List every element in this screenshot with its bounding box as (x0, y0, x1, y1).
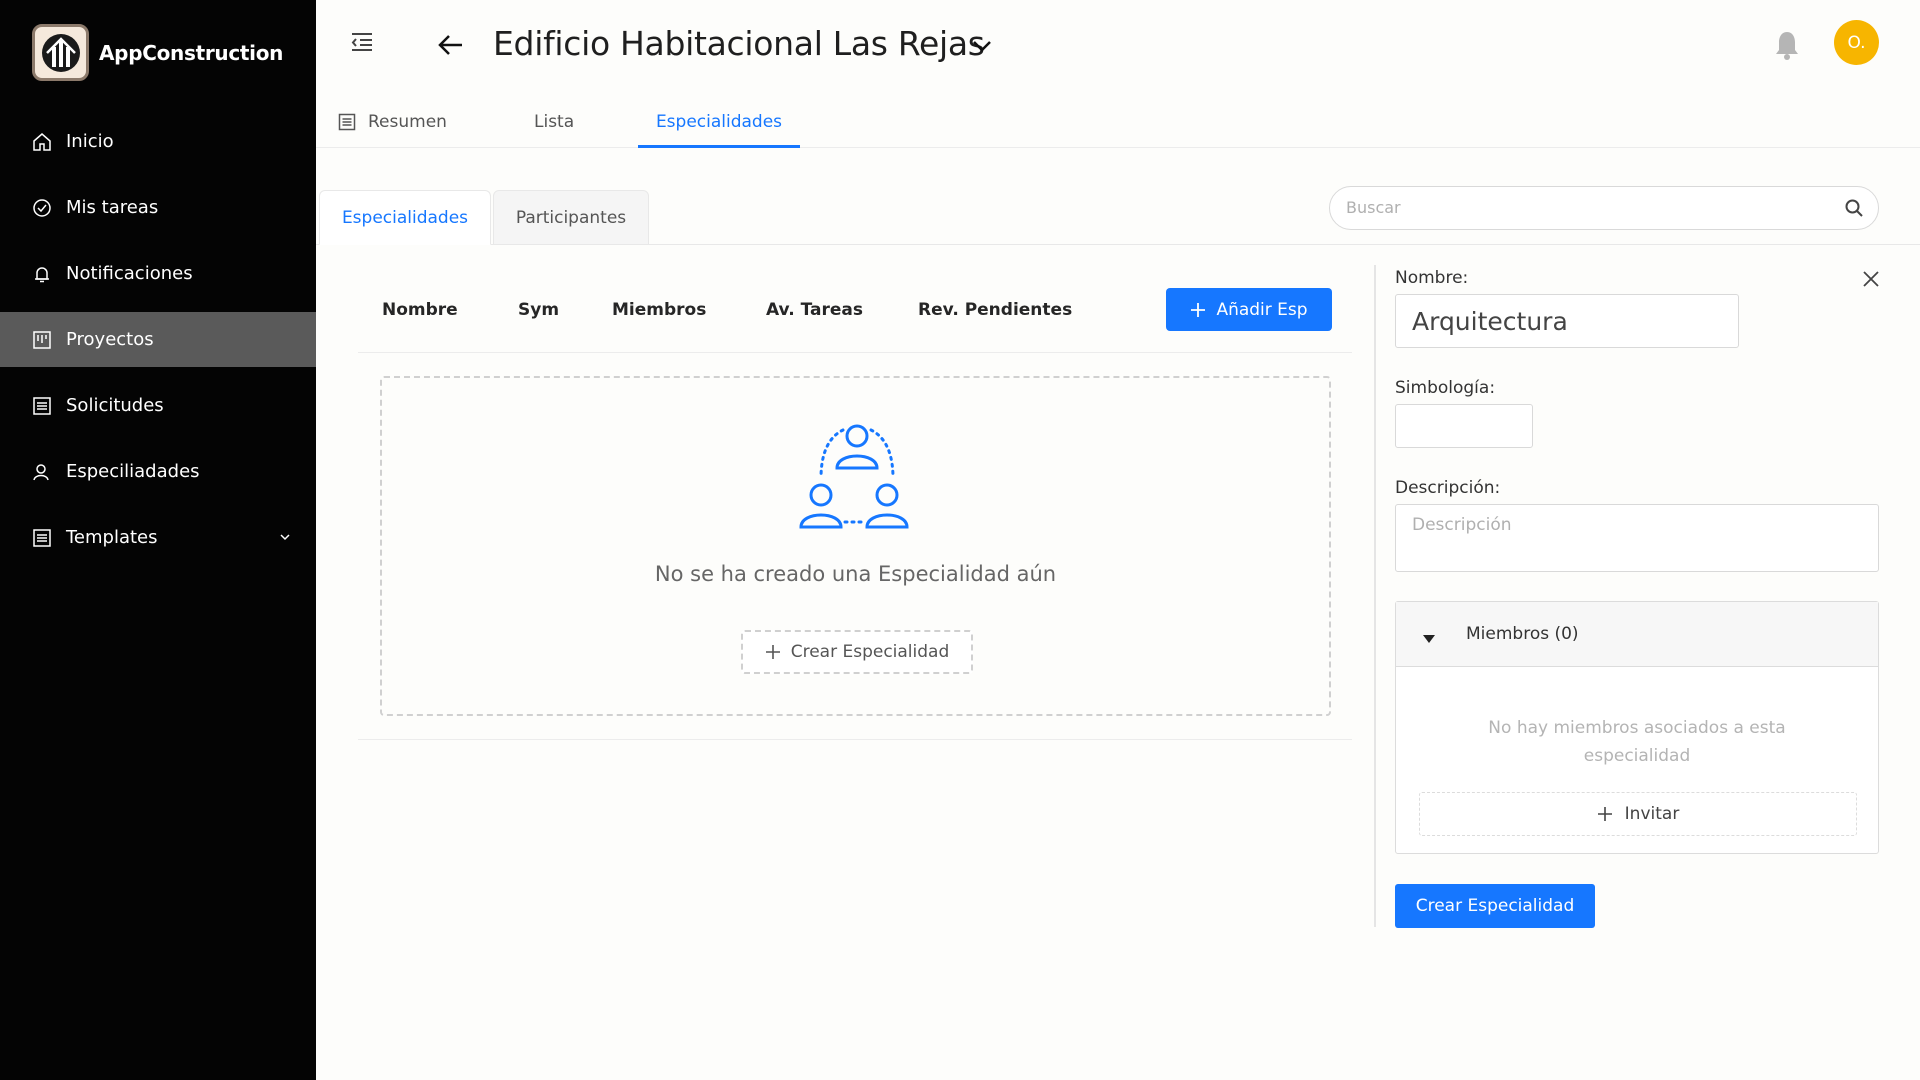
tab-label: Lista (534, 112, 575, 132)
tab-especialidades[interactable]: Especialidades (638, 96, 800, 148)
column-header-miembros[interactable]: Miembros (612, 300, 706, 320)
symbol-field[interactable] (1395, 404, 1533, 448)
empty-message: No se ha creado una Especialidad aún (654, 562, 1057, 586)
avatar[interactable]: O. (1834, 20, 1879, 65)
app-name: AppConstruction (99, 40, 284, 65)
sidebar-item-label: Templates (66, 527, 158, 548)
invite-button[interactable]: Invitar (1419, 792, 1857, 836)
list-icon (32, 528, 52, 548)
project-title: Edificio Habitacional Las Rejas (493, 24, 985, 63)
notification-bell-icon[interactable] (1773, 30, 1801, 60)
description-label: Descripción: (1395, 478, 1501, 498)
add-specialty-label: Añadir Esp (1216, 299, 1308, 320)
project-icon (32, 330, 52, 350)
plus-icon (765, 644, 781, 660)
column-header-av-tareas[interactable]: Av. Tareas (766, 300, 863, 320)
search-icon[interactable] (1844, 198, 1864, 218)
building-logo-icon (32, 24, 89, 81)
empty-state: No se ha creado una Especialidad aún Cre… (380, 376, 1331, 716)
bell-icon (32, 264, 52, 284)
close-icon[interactable] (1860, 268, 1882, 290)
subtab-especialidades[interactable]: Especialidades (319, 190, 491, 245)
column-header-sym[interactable]: Sym (518, 300, 559, 320)
list-icon (338, 113, 356, 131)
sidebar-item-solicitudes[interactable]: Solicitudes (0, 378, 316, 433)
add-specialty-button[interactable]: Añadir Esp (1166, 288, 1332, 331)
tab-resumen[interactable]: Resumen (338, 96, 478, 148)
search-box (1329, 186, 1879, 230)
create-specialty-label: Crear Especialidad (790, 642, 950, 662)
members-header-label: Miembros (0) (1466, 624, 1579, 644)
column-header-nombre[interactable]: Nombre (382, 300, 458, 320)
create-specialty-button[interactable]: Crear Especialidad (1395, 884, 1595, 928)
sidebar-item-inicio[interactable]: Inicio (0, 114, 316, 169)
menu-collapse-icon[interactable] (348, 28, 376, 56)
sidebar-item-label: Solicitudes (66, 395, 164, 416)
header: Edificio Habitacional Las Rejas O. Resum… (316, 0, 1920, 148)
team-icon (797, 418, 917, 533)
sidebar-item-label: Inicio (66, 131, 114, 152)
back-arrow-icon[interactable] (436, 30, 466, 60)
plus-icon (1190, 302, 1206, 318)
sidebar-item-label: Especiliadades (66, 461, 200, 482)
sidebar-item-notificaciones[interactable]: Notificaciones (0, 246, 316, 301)
chevron-down-icon[interactable] (970, 36, 994, 56)
sidebar-item-label: Proyectos (66, 329, 154, 350)
members-empty-message: No hay miembros asociados a esta especia… (1488, 718, 1786, 766)
panel-divider (1374, 265, 1376, 927)
subtab-participantes[interactable]: Participantes (493, 190, 649, 245)
sidebar-item-label: Notificaciones (66, 263, 193, 284)
sidebar-item-templates[interactable]: Templates (0, 510, 316, 565)
sidebar: AppConstruction Inicio Mis tareas Notifi… (0, 0, 316, 1080)
chevron-down-icon (278, 528, 292, 549)
sidebar-item-mis-tareas[interactable]: Mis tareas (0, 180, 316, 235)
check-circle-icon (32, 198, 52, 218)
description-field[interactable] (1395, 504, 1879, 572)
create-specialty-dashed-button[interactable]: Crear Especialidad (741, 630, 973, 674)
column-header-rev-pendientes[interactable]: Rev. Pendientes (918, 300, 1072, 320)
user-icon (32, 462, 52, 482)
name-label: Nombre: (1395, 268, 1469, 288)
tab-lista[interactable]: Lista (534, 96, 614, 148)
tab-label: Especialidades (655, 112, 783, 132)
list-icon (32, 396, 52, 416)
app-logo[interactable]: AppConstruction (32, 24, 283, 81)
members-collapse-header[interactable]: Miembros (0) (1396, 602, 1878, 667)
invite-label: Invitar (1624, 804, 1680, 824)
sidebar-nav: Inicio Mis tareas Notificaciones Proyect… (0, 114, 316, 576)
table-header: Nombre Sym Miembros Av. Tareas Rev. Pend… (358, 268, 1352, 353)
name-field[interactable] (1395, 294, 1739, 348)
tab-label: Resumen (368, 112, 447, 132)
caret-down-icon (1422, 629, 1436, 643)
search-input[interactable] (1346, 198, 1816, 217)
symbol-label: Simbología: (1395, 378, 1496, 398)
sidebar-item-label: Mis tareas (66, 197, 159, 218)
plus-icon (1597, 806, 1613, 822)
members-panel: Miembros (0) No hay miembros asociados a… (1395, 601, 1879, 854)
sidebar-item-especialidades[interactable]: Especiliadades (0, 444, 316, 499)
table-divider (358, 739, 1352, 740)
home-icon (32, 132, 52, 152)
sidebar-item-proyectos[interactable]: Proyectos (0, 312, 316, 367)
